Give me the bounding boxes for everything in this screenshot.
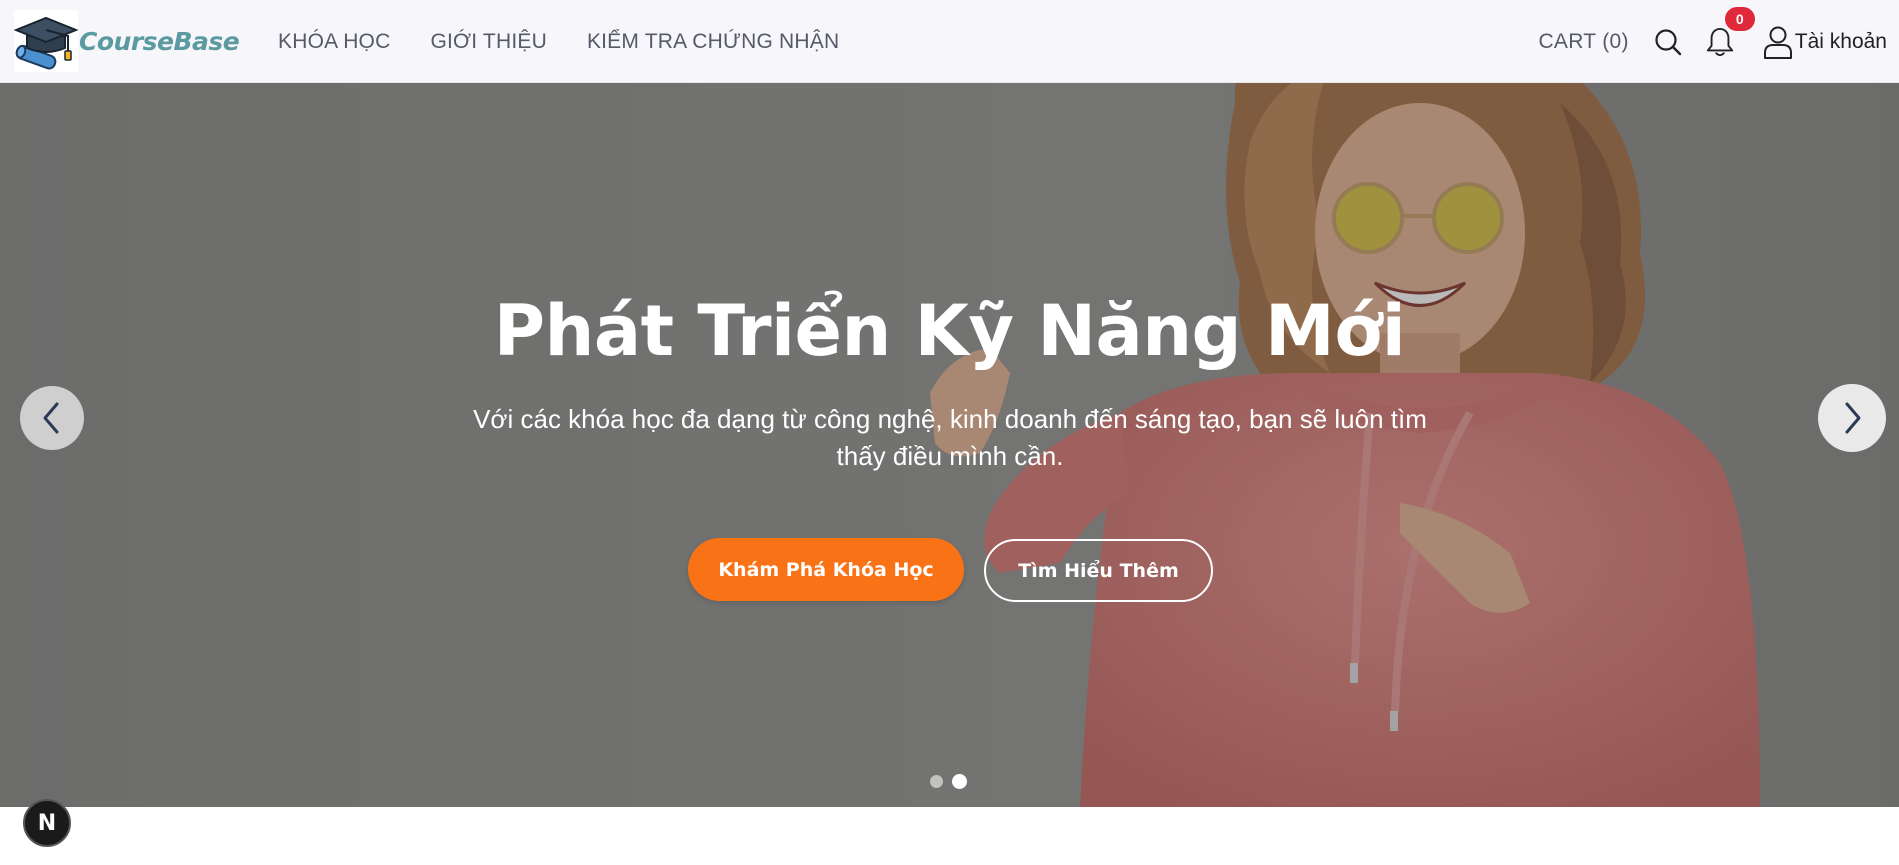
- explore-courses-button[interactable]: Khám Phá Khóa Học: [688, 538, 964, 601]
- user-icon: [1763, 26, 1792, 59]
- search-icon: [1655, 28, 1681, 55]
- account-label: Tài khoản: [1794, 29, 1887, 53]
- nav-actions: CART (0) 0 Tài khoản: [1538, 0, 1887, 83]
- carousel-prev-button[interactable]: [20, 386, 84, 450]
- nav-link-about[interactable]: GIỚI THIỆU: [430, 30, 546, 54]
- learn-more-button[interactable]: Tìm Hiểu Thêm: [984, 539, 1213, 602]
- brand-name: CourseBase: [79, 26, 240, 56]
- top-navbar: CourseBase KHÓA HỌC GIỚI THIỆU KIỂM TRA …: [0, 0, 1899, 83]
- carousel-dot-2-active[interactable]: [952, 774, 967, 789]
- search-button[interactable]: [1653, 25, 1683, 59]
- chevron-left-icon: [43, 402, 59, 434]
- main-nav: KHÓA HỌC GIỚI THIỆU KIỂM TRA CHỨNG NHẬN: [278, 0, 879, 83]
- cart-link[interactable]: CART (0): [1538, 30, 1628, 54]
- dev-indicator-label: N: [37, 810, 57, 836]
- notification-count-badge: 0: [1724, 6, 1755, 31]
- graduation-cap-icon: [14, 10, 78, 72]
- chevron-right-icon: [1845, 402, 1861, 434]
- nextjs-dev-indicator[interactable]: N: [23, 799, 71, 847]
- carousel-indicators: [930, 774, 976, 789]
- hero-subtitle: Với các khóa học đa dạng từ công nghệ, k…: [473, 404, 1427, 471]
- hero-title: Phát Triển Kỹ Năng Mới: [493, 290, 1406, 372]
- nav-link-courses[interactable]: KHÓA HỌC: [278, 30, 390, 54]
- nav-link-certification[interactable]: KIỂM TRA CHỨNG NHẬN: [587, 30, 839, 54]
- notifications-button[interactable]: 0: [1705, 6, 1755, 59]
- carousel-dot-1[interactable]: [930, 775, 943, 788]
- hero-carousel: Phát Triển Kỹ Năng Mới Với các khóa học …: [0, 83, 1899, 807]
- carousel-next-button[interactable]: [1818, 384, 1886, 452]
- bell-icon: [1706, 27, 1733, 56]
- account-menu[interactable]: Tài khoản: [1763, 25, 1887, 59]
- brand-logo[interactable]: CourseBase: [14, 10, 240, 72]
